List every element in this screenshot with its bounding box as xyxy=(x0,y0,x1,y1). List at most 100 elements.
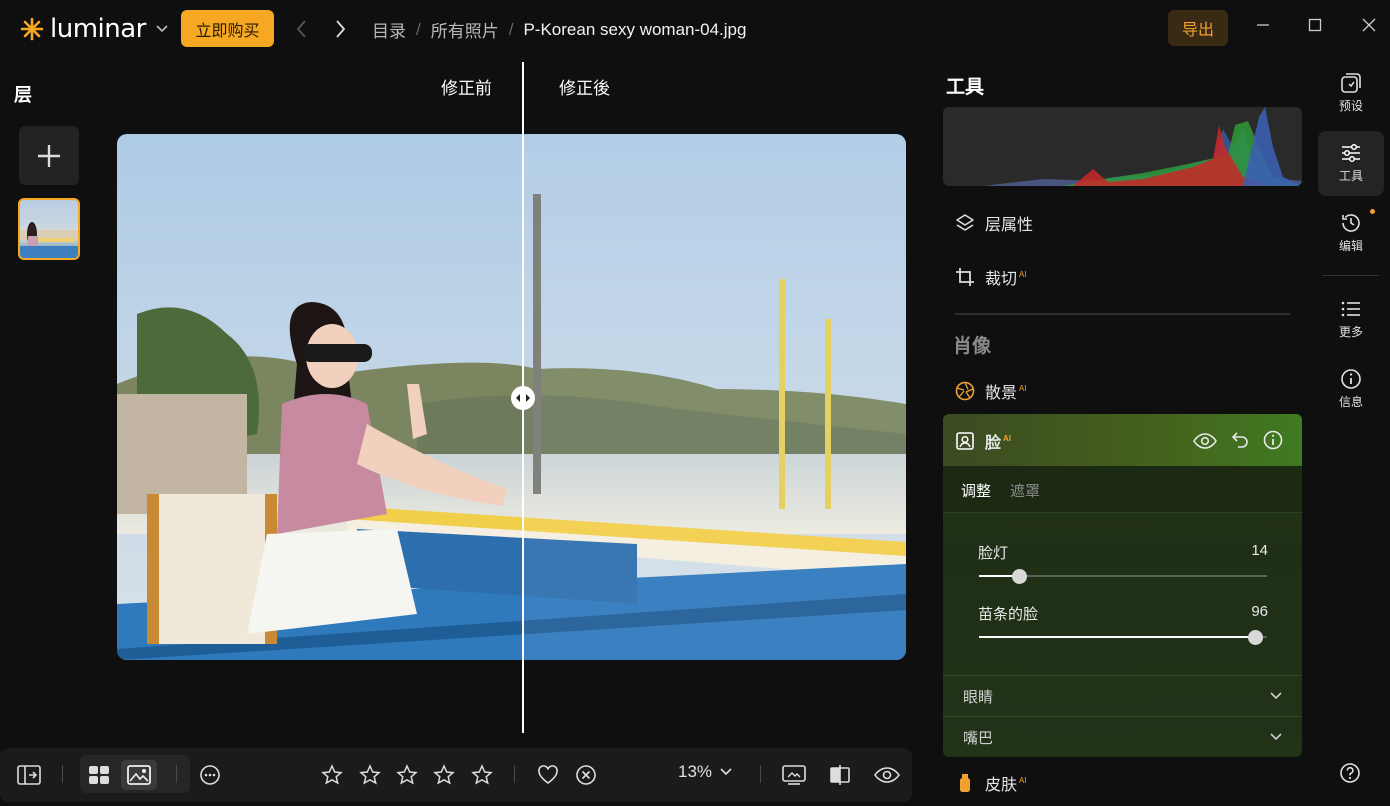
eye-preview-icon[interactable] xyxy=(872,760,902,790)
plus-icon xyxy=(36,143,62,169)
ai-badge: AI xyxy=(1019,270,1027,279)
tool-label: 裁切 xyxy=(985,271,1018,288)
section-label: 嘴巴 xyxy=(963,729,994,747)
ai-badge: AI xyxy=(1019,776,1027,785)
history-icon xyxy=(1340,209,1375,234)
app-logo[interactable]: luminar xyxy=(20,14,168,44)
before-label: 修正前 xyxy=(441,79,492,98)
add-layer-button[interactable] xyxy=(19,126,79,185)
tab-mask[interactable]: 遮罩 xyxy=(1010,480,1040,501)
chevron-down-icon xyxy=(1270,692,1282,700)
skin-bottle-icon xyxy=(955,773,975,793)
after-label: 修正後 xyxy=(559,79,610,98)
slider-fill-slim-face xyxy=(979,636,1255,638)
tools-title: 工具 xyxy=(946,77,985,98)
rail-edits[interactable]: 编辑 xyxy=(1319,209,1383,254)
chevron-down-icon xyxy=(720,768,732,776)
slider-label-slim-face: 苗条的脸 xyxy=(978,606,1039,623)
rail-info[interactable]: 信息 xyxy=(1319,368,1383,410)
tool-layer-properties[interactable]: 层属性 xyxy=(955,211,1033,235)
rail-tools[interactable]: 工具 xyxy=(1319,142,1383,184)
mouth-section[interactable]: 嘴巴 xyxy=(943,716,1302,757)
section-divider xyxy=(955,313,1290,315)
forward-arrow-icon[interactable] xyxy=(330,17,350,41)
tab-adjust[interactable]: 调整 xyxy=(961,480,991,501)
rail-presets[interactable]: 预设 xyxy=(1319,72,1383,114)
toolbar-divider xyxy=(62,765,63,783)
zoom-dropdown[interactable]: 13% xyxy=(678,762,732,782)
toolbar-divider xyxy=(514,765,515,783)
rail-label: 编辑 xyxy=(1338,239,1363,253)
list-icon xyxy=(1340,298,1362,320)
notification-dot xyxy=(1370,209,1375,214)
back-arrow-icon[interactable] xyxy=(292,17,312,41)
tool-label: 脸 xyxy=(985,435,1002,452)
slider-value-face-light: 14 xyxy=(1251,542,1268,559)
slider-value-slim-face: 96 xyxy=(1251,603,1268,620)
slider-knob-slim-face[interactable] xyxy=(1248,630,1263,645)
drag-arrows-icon xyxy=(516,394,530,402)
info-icon[interactable] xyxy=(1263,430,1283,450)
ai-badge: AI xyxy=(1003,434,1012,443)
more-options-icon[interactable] xyxy=(196,760,224,790)
reset-icon[interactable] xyxy=(1231,431,1249,449)
slider-knob-face-light[interactable] xyxy=(1012,569,1027,584)
rail-label: 更多 xyxy=(1338,325,1363,339)
compare-view-icon[interactable] xyxy=(826,760,854,790)
single-image-view-icon[interactable] xyxy=(121,760,157,790)
breadcrumb-separator: / xyxy=(416,19,421,39)
presets-icon xyxy=(1340,72,1362,94)
aperture-icon xyxy=(955,381,975,401)
chevron-down-icon[interactable] xyxy=(156,25,168,33)
tool-bokeh[interactable]: 散景 AI xyxy=(955,379,1027,403)
tool-skin[interactable]: 皮肤 AI xyxy=(955,771,1027,795)
grid-view-icon[interactable] xyxy=(84,760,114,790)
toggle-sidebar-icon[interactable] xyxy=(14,760,44,790)
star-5-icon[interactable] xyxy=(468,760,496,790)
rail-more[interactable]: 更多 xyxy=(1319,298,1383,340)
toolbar-divider xyxy=(760,765,761,783)
ai-badge: AI xyxy=(1019,384,1027,393)
star-3-icon[interactable] xyxy=(393,760,421,790)
portrait-face-icon xyxy=(955,431,975,451)
rail-label: 预设 xyxy=(1338,99,1363,113)
heart-icon[interactable] xyxy=(534,760,562,790)
export-button[interactable]: 导出 xyxy=(1168,10,1228,46)
chevron-down-icon xyxy=(1270,733,1282,741)
tool-label: 层属性 xyxy=(985,217,1034,234)
reject-icon[interactable] xyxy=(572,760,600,790)
help-icon[interactable] xyxy=(1339,762,1361,784)
close-icon[interactable] xyxy=(1358,14,1380,36)
layer-thumbnail[interactable] xyxy=(18,198,80,260)
breadcrumb-file-name: P-Korean sexy woman-04.jpg xyxy=(523,19,747,39)
breadcrumb-all-photos[interactable]: 所有照片 xyxy=(431,17,499,42)
maximize-icon[interactable] xyxy=(1304,14,1326,36)
logo-text: luminar xyxy=(50,14,146,44)
compare-handle[interactable] xyxy=(511,386,535,410)
eyes-section[interactable]: 眼睛 xyxy=(943,675,1302,716)
histogram xyxy=(943,107,1302,186)
sliders-icon xyxy=(1340,142,1362,164)
tool-label: 散景 xyxy=(985,385,1018,402)
breadcrumb-separator: / xyxy=(508,19,514,39)
portrait-section-title: 肖像 xyxy=(953,336,992,357)
section-label: 眼睛 xyxy=(963,688,994,706)
fit-screen-icon[interactable] xyxy=(780,760,808,790)
rail-label: 工具 xyxy=(1338,169,1363,183)
rail-label: 信息 xyxy=(1338,395,1363,409)
buy-now-button[interactable]: 立即购买 xyxy=(181,10,274,47)
rail-divider xyxy=(1322,275,1379,276)
toolbar-divider xyxy=(176,765,177,783)
breadcrumb: 目录 / 所有照片 / P-Korean sexy woman-04.jpg xyxy=(372,17,746,42)
star-2-icon[interactable] xyxy=(356,760,384,790)
crop-icon xyxy=(955,267,975,287)
visibility-eye-icon[interactable] xyxy=(1193,432,1217,450)
info-icon xyxy=(1340,368,1362,390)
star-1-icon[interactable] xyxy=(318,760,346,790)
breadcrumb-catalog[interactable]: 目录 xyxy=(372,17,406,42)
tool-crop[interactable]: 裁切 AI xyxy=(955,265,1027,289)
star-4-icon[interactable] xyxy=(430,760,458,790)
zoom-value: 13% xyxy=(678,762,713,781)
face-tool-title: 脸 AI xyxy=(955,429,1011,453)
minimize-icon[interactable] xyxy=(1252,14,1274,36)
